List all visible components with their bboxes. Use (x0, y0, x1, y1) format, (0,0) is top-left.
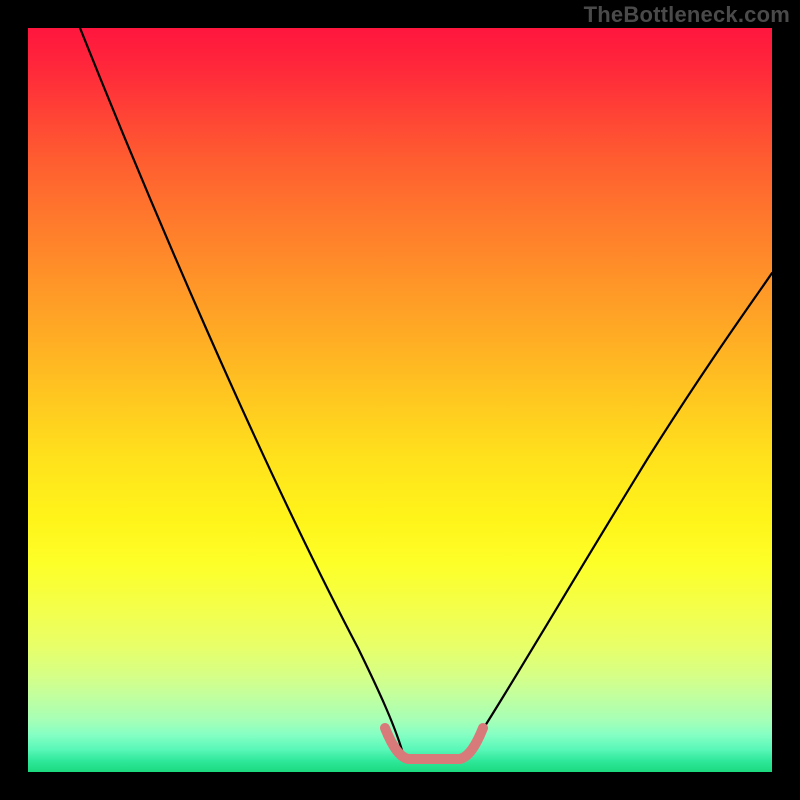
chart-container: TheBottleneck.com (0, 0, 800, 800)
right-branch-line (465, 273, 772, 757)
plot-area (28, 28, 772, 772)
watermark-text: TheBottleneck.com (584, 2, 790, 28)
left-branch-line (80, 28, 404, 757)
chart-svg (28, 28, 772, 772)
